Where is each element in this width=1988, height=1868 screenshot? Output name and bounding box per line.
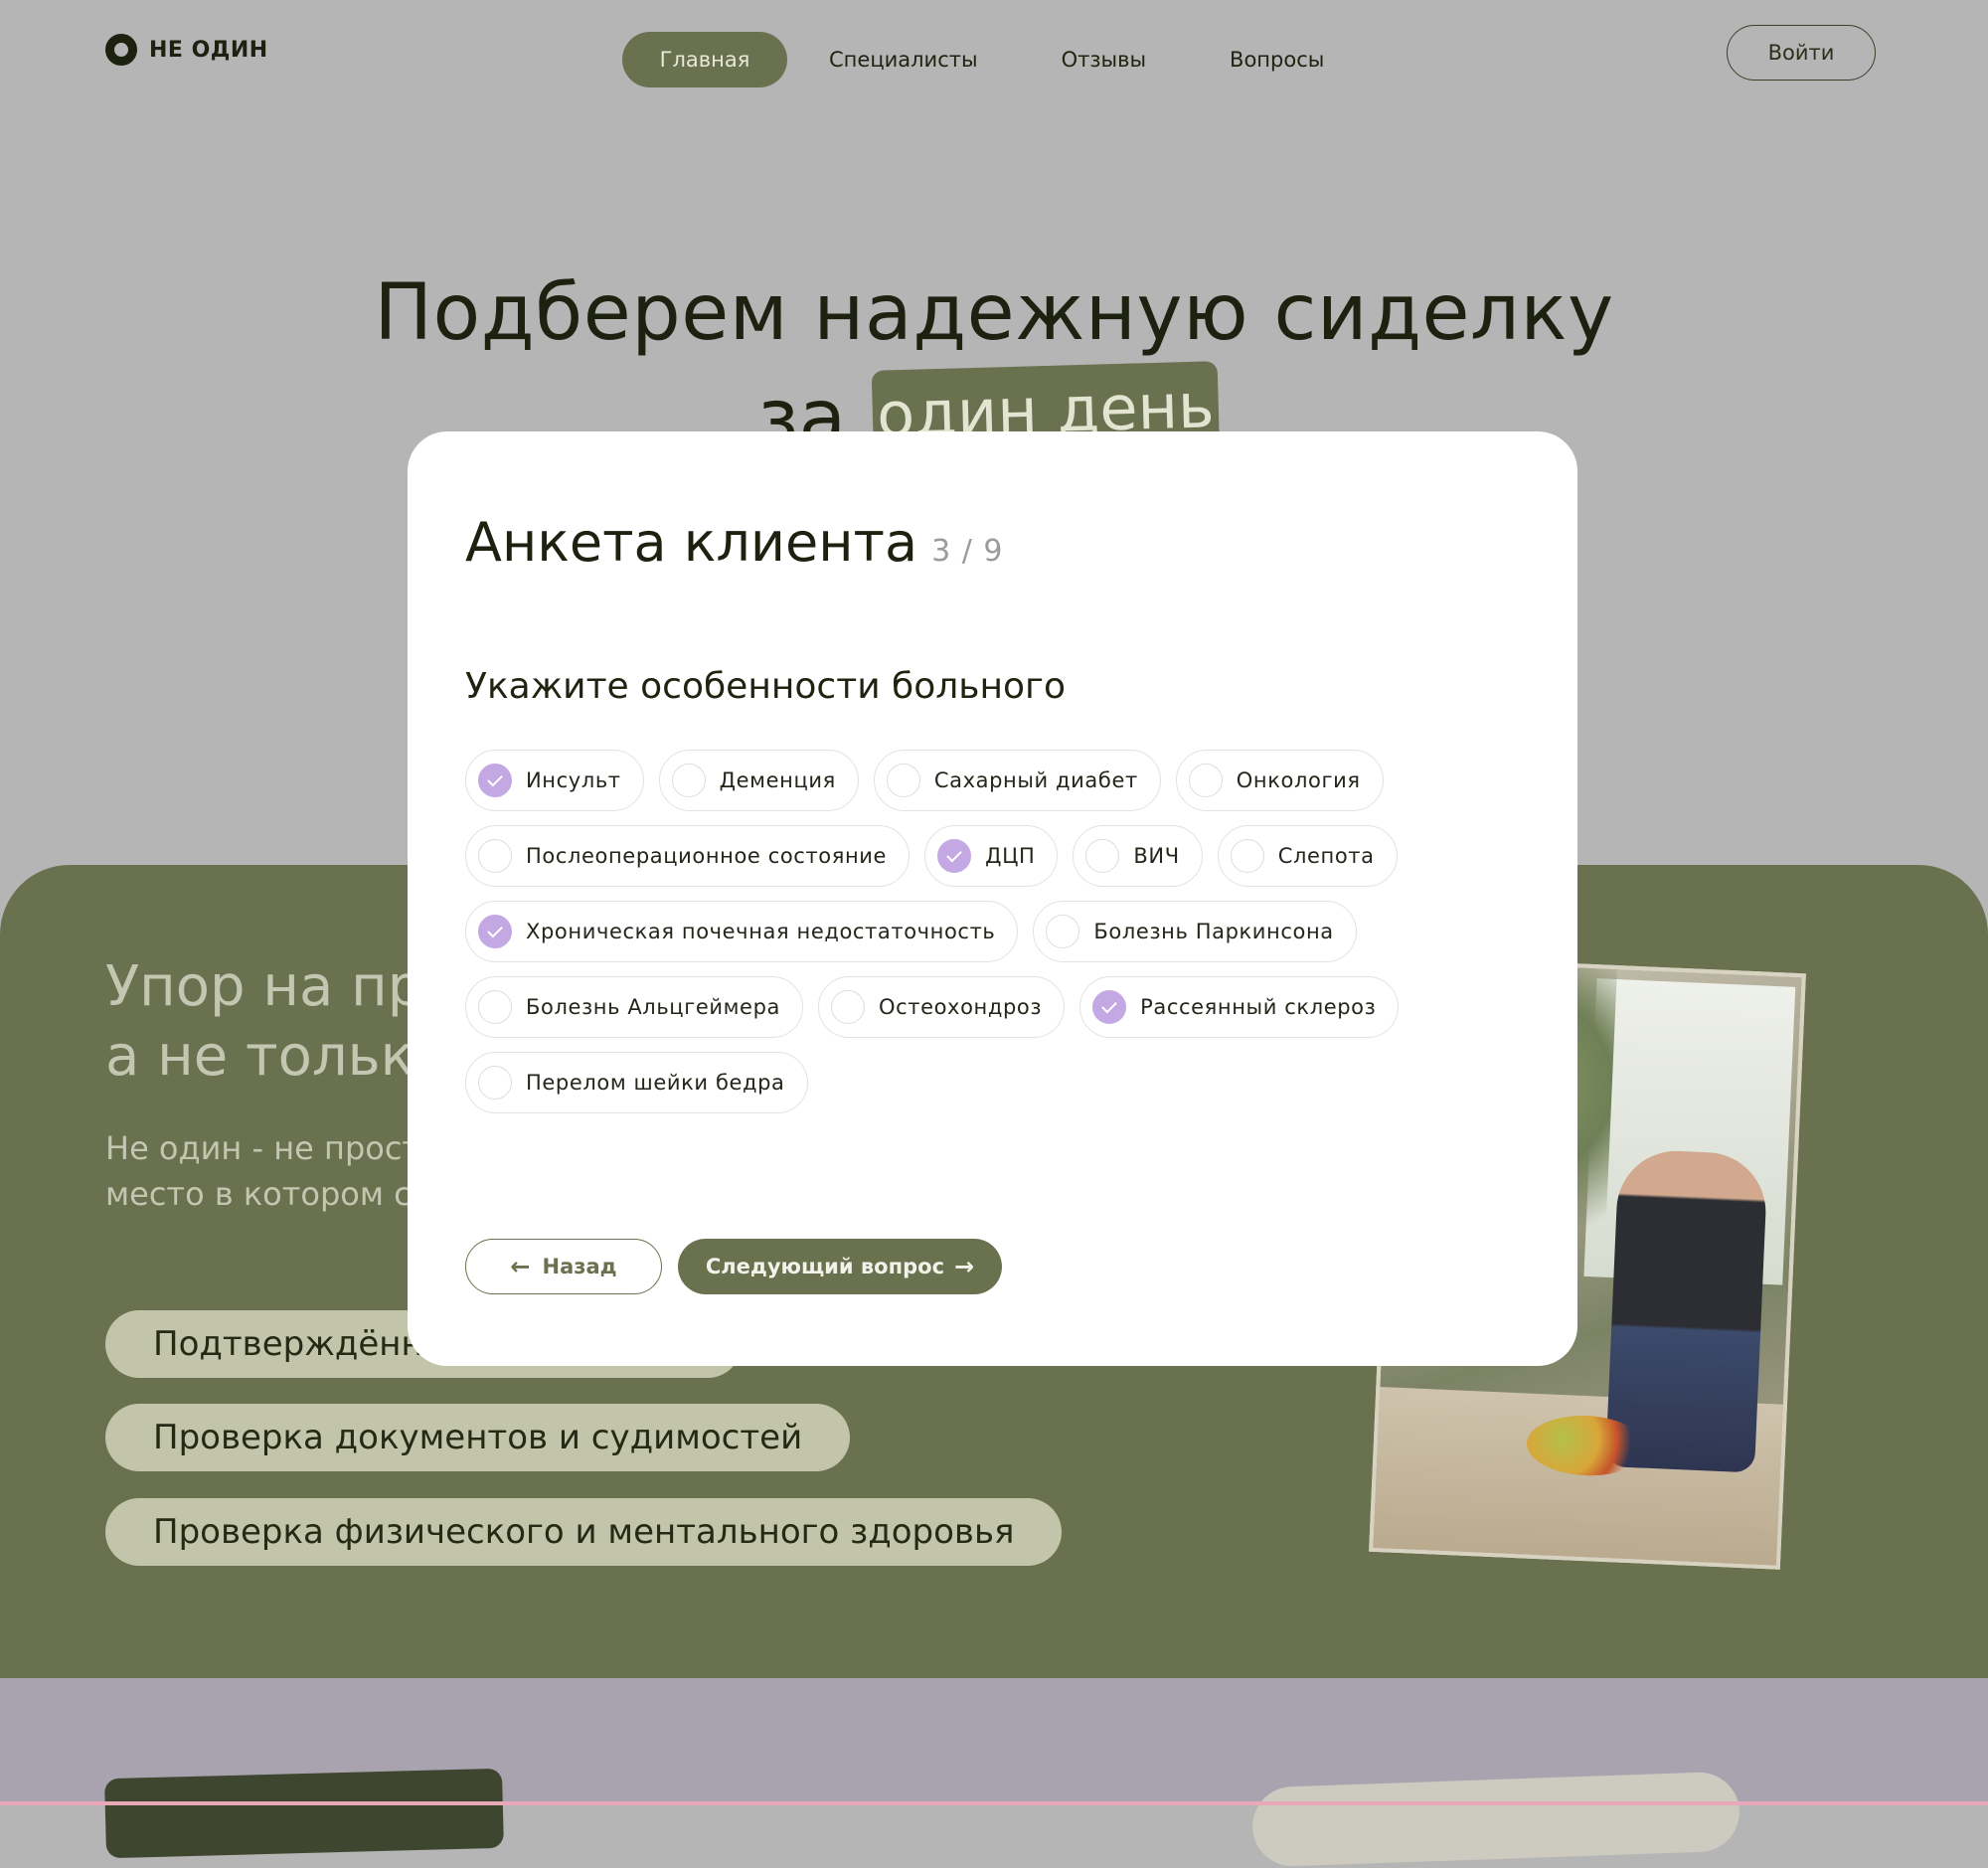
- option-label: Остеохондроз: [878, 995, 1043, 1019]
- login-button[interactable]: Войти: [1727, 25, 1876, 81]
- radio-empty-icon[interactable]: [671, 764, 706, 797]
- benefits-text: Не один - не просто место в котором сп: [105, 1129, 440, 1213]
- radio-empty-icon[interactable]: [1188, 764, 1223, 797]
- client-form-modal: Анкета клиента 3 / 9 Укажите особенности…: [408, 431, 1577, 1366]
- option-label: Хроническая почечная недостаточность: [526, 920, 996, 943]
- option-label: Онкология: [1236, 768, 1361, 792]
- check-icon[interactable]: [937, 839, 972, 873]
- arrow-left-icon: ←: [510, 1253, 531, 1280]
- modal-header: Анкета клиента 3 / 9: [465, 511, 1003, 574]
- option-row: Перелом шейки бедра: [465, 1052, 1519, 1113]
- option-label: Болезнь Паркинсона: [1093, 920, 1334, 943]
- option-label: Болезнь Альцгеймера: [526, 995, 780, 1019]
- option-chip[interactable]: Болезнь Альцгеймера: [465, 976, 803, 1038]
- main-nav: Главная Специалисты Отзывы Вопросы: [622, 32, 1366, 87]
- arrow-right-icon: →: [954, 1253, 975, 1280]
- option-label: Послеоперационное состояние: [526, 844, 888, 868]
- option-chip[interactable]: ДЦП: [924, 825, 1059, 887]
- check-icon[interactable]: [1092, 990, 1127, 1024]
- stats-pill-left: [104, 1768, 504, 1859]
- nav-item-home[interactable]: Главная: [622, 32, 787, 87]
- option-label: ДЦП: [985, 844, 1036, 868]
- bottom-divider: [0, 1801, 1988, 1805]
- nav-item-specialists[interactable]: Специалисты: [787, 32, 1020, 87]
- option-label: Слепота: [1277, 844, 1375, 868]
- radio-empty-icon[interactable]: [830, 990, 865, 1024]
- option-chip[interactable]: Болезнь Паркинсона: [1033, 901, 1357, 962]
- back-button-label: Назад: [542, 1255, 617, 1278]
- feature-pill-health: Проверка физического и ментального здоро…: [105, 1498, 1063, 1566]
- radio-empty-icon[interactable]: [1085, 839, 1120, 873]
- option-row: Болезнь Альцгеймера Остеохондроз Рассеянны…: [465, 976, 1519, 1038]
- radio-empty-icon[interactable]: [478, 839, 512, 873]
- option-chip[interactable]: Рассеянный склероз: [1079, 976, 1400, 1038]
- option-chip[interactable]: Послеоперационное состояние: [465, 825, 911, 887]
- option-row: Послеоперационное состояние ДЦП ВИЧ Слепота: [465, 825, 1519, 887]
- logo-text: НЕ ОДИН: [149, 37, 268, 63]
- radio-empty-icon[interactable]: [478, 1066, 512, 1100]
- option-row: Инсульт Деменция Сахарный диабет Онкология: [465, 750, 1519, 811]
- option-label: Сахарный диабет: [933, 768, 1138, 792]
- option-label: Инсульт: [526, 768, 621, 792]
- option-chip[interactable]: Остеохондроз: [817, 976, 1066, 1038]
- option-chip[interactable]: Хроническая почечная недостаточность: [465, 901, 1019, 962]
- next-button-label: Следующий вопрос: [705, 1255, 945, 1278]
- radio-empty-icon[interactable]: [478, 990, 512, 1024]
- next-question-button[interactable]: Следующий вопрос →: [678, 1239, 1002, 1294]
- back-button[interactable]: ← Назад: [465, 1239, 662, 1294]
- check-icon[interactable]: [478, 915, 512, 948]
- modal-step-counter: 3 / 9: [931, 534, 1004, 569]
- check-icon[interactable]: [478, 764, 512, 797]
- option-chip[interactable]: Инсульт: [465, 750, 644, 811]
- logo[interactable]: НЕ ОДИН: [105, 34, 268, 66]
- option-chip[interactable]: Перелом шейки бедра: [465, 1052, 808, 1113]
- option-label: Деменция: [719, 768, 836, 792]
- radio-empty-icon[interactable]: [1046, 915, 1080, 948]
- hero-title: Подберем надежную сиделку: [374, 268, 1614, 358]
- radio-empty-icon[interactable]: [886, 764, 920, 797]
- option-chip[interactable]: Онкология: [1175, 750, 1384, 811]
- nav-item-questions[interactable]: Вопросы: [1188, 32, 1366, 87]
- option-row: Хроническая почечная недостаточность Боле…: [465, 901, 1519, 962]
- logo-ring-icon: [105, 34, 137, 66]
- question-text: Укажите особенности больного: [465, 666, 1066, 707]
- radio-empty-icon[interactable]: [1230, 839, 1264, 873]
- option-label: Рассеянный склероз: [1140, 995, 1377, 1019]
- feature-pill-documents: Проверка документов и судимостей: [105, 1404, 851, 1471]
- options-group: Инсульт Деменция Сахарный диабет Онкология П…: [465, 750, 1519, 1127]
- benefits-title: Упор на пр а не только: [105, 954, 448, 1089]
- option-chip[interactable]: Сахарный диабет: [873, 750, 1161, 811]
- option-chip[interactable]: Деменция: [658, 750, 859, 811]
- modal-title: Анкета клиента: [465, 511, 918, 574]
- option-label: ВИЧ: [1133, 844, 1180, 868]
- option-chip[interactable]: ВИЧ: [1073, 825, 1203, 887]
- option-chip[interactable]: Слепота: [1217, 825, 1398, 887]
- option-label: Перелом шейки бедра: [526, 1071, 785, 1095]
- nav-item-reviews[interactable]: Отзывы: [1020, 32, 1188, 87]
- stats-pill-right: [1250, 1771, 1741, 1868]
